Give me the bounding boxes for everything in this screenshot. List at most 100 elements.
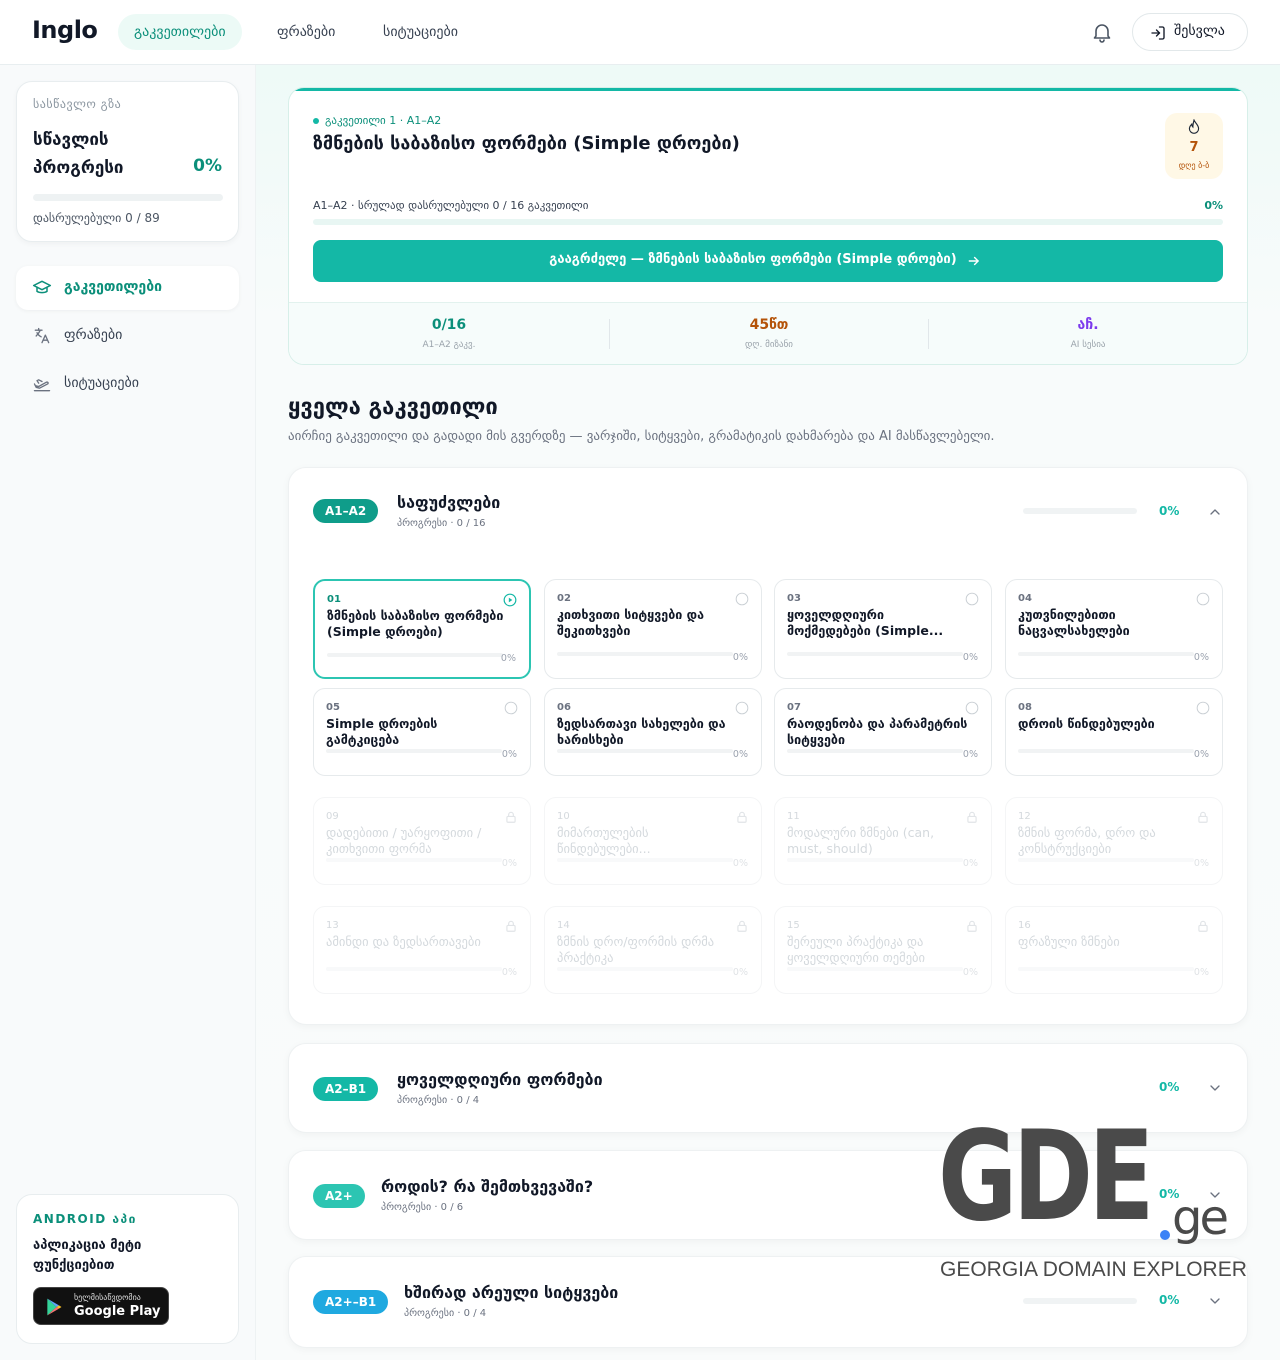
android-app-card: ANDROID აპი აპლიკაცია მეტი ფუნქციებით ხე… bbox=[16, 1194, 239, 1344]
lesson-card-16: 16 ფრაზული ზმნები 0% bbox=[1005, 906, 1223, 994]
hero-progress-bar bbox=[313, 219, 1223, 225]
nav-phrases[interactable]: ფრაზები bbox=[261, 14, 351, 50]
lesson-number: 06 bbox=[557, 702, 571, 713]
section-subtitle: აირჩიე გაკვეთილი და გადადი მის გვერდზე —… bbox=[288, 429, 995, 444]
lesson-percent: 0% bbox=[962, 652, 978, 663]
lesson-progress-bar bbox=[557, 967, 733, 971]
lesson-percent: 0% bbox=[732, 967, 748, 978]
lesson-percent: 0% bbox=[732, 749, 748, 760]
lesson-card-08[interactable]: 08 დროის წინდებულები 0% bbox=[1005, 688, 1223, 776]
stat-lessons: 0/16 A1–A2 გაკვ. bbox=[289, 303, 609, 364]
lock-icon bbox=[1198, 811, 1208, 823]
sidebar-item-phrases[interactable]: ფრაზები bbox=[16, 314, 239, 358]
logo[interactable]: Inglo bbox=[32, 16, 98, 44]
lock-icon bbox=[967, 811, 977, 823]
dot-icon bbox=[313, 118, 319, 124]
login-button[interactable]: შესვლა bbox=[1132, 13, 1248, 51]
level-badge: A2+–B1 bbox=[313, 1290, 389, 1314]
lesson-card-07[interactable]: 07 რაოდენობა და პარამეტრის სიტყვები 0% bbox=[774, 688, 992, 776]
lesson-title: რაოდენობა და პარამეტრის სიტყვები bbox=[787, 716, 968, 747]
empty-circle-icon bbox=[735, 701, 749, 715]
lesson-progress-bar bbox=[1018, 967, 1194, 971]
lesson-title: Simple დროების გამტკიცება bbox=[326, 716, 438, 747]
plane-icon bbox=[33, 379, 51, 392]
lesson-card-01[interactable]: 01 ზმნების საბაზისო ფორმები (Simple დროებ… bbox=[313, 579, 531, 679]
lesson-percent: 0% bbox=[1193, 967, 1209, 978]
current-lesson-card: გაკვეთილი 1 · A1–A2 ზმნების საბაზისო ფორ… bbox=[288, 87, 1248, 365]
lesson-progress-bar bbox=[787, 967, 963, 971]
lesson-percent: 0% bbox=[501, 749, 517, 760]
streak-badge: 7 დღე ბ-ბ bbox=[1165, 113, 1223, 179]
lesson-percent: 0% bbox=[501, 967, 517, 978]
lesson-progress-bar bbox=[326, 749, 502, 753]
watermark-logo: GDE ge GEORGIA DOMAIN EXPLORER bbox=[938, 1105, 1247, 1287]
level-group-a1-a2: A1–A2 საფუძვლები პროგრესი · 0 / 16 0% 01… bbox=[288, 467, 1248, 1025]
stat-label: A1–A2 გაკვ. bbox=[422, 340, 476, 350]
chevron-down-icon[interactable] bbox=[1207, 1293, 1223, 1309]
chevron-up-icon[interactable] bbox=[1207, 504, 1223, 520]
lesson-title: კუთვნილებითი ნაცვალსახელები bbox=[1018, 607, 1130, 638]
lesson-progress-bar bbox=[1018, 749, 1194, 753]
lesson-number: 02 bbox=[557, 593, 571, 604]
lesson-card-02[interactable]: 02 კითხვითი სიტყვები და შეკითხვები 0% bbox=[544, 579, 762, 679]
group-progress: პროგრესი · 0 / 16 bbox=[397, 518, 486, 529]
progress-kicker: სასწავლო გზა bbox=[33, 97, 122, 111]
lesson-card-06[interactable]: 06 ზედსართავი სახელები და ხარისხები 0% bbox=[544, 688, 762, 776]
lesson-title: მიმართულების წინდებულები... bbox=[557, 825, 651, 856]
level-badge: A1–A2 bbox=[313, 499, 379, 523]
watermark-caption: GEORGIA DOMAIN EXPLORER bbox=[940, 1258, 1247, 1281]
section-title: ყველა გაკვეთილი bbox=[288, 395, 498, 420]
sidebar-item-label: სიტუაციები bbox=[64, 375, 139, 391]
google-play-icon bbox=[47, 1298, 62, 1316]
lesson-title: ყოველდღიური მოქმედებები (Simple... bbox=[787, 607, 944, 638]
progress-card: სასწავლო გზა სწავლის პროგრესი 0% დასრულე… bbox=[16, 81, 239, 242]
group-title: ხშირად არეული სიტყვები bbox=[404, 1283, 619, 1302]
lesson-progress-bar bbox=[326, 967, 502, 971]
progress-bar bbox=[33, 194, 223, 201]
nav-lessons[interactable]: გაკვეთილები bbox=[118, 14, 242, 50]
group-progress: პროგრესი · 0 / 6 bbox=[381, 1202, 464, 1213]
lesson-title: ფრაზული ზმნები bbox=[1018, 934, 1120, 949]
lesson-percent: 0% bbox=[962, 858, 978, 869]
login-icon bbox=[1151, 26, 1165, 40]
lesson-percent: 0% bbox=[732, 652, 748, 663]
empty-circle-icon bbox=[1196, 592, 1210, 606]
lesson-number: 14 bbox=[557, 920, 570, 931]
arrow-right-icon bbox=[968, 256, 979, 266]
login-label: შესვლა bbox=[1174, 23, 1225, 39]
hero-level-percent: 0% bbox=[1204, 199, 1223, 212]
lesson-number: 08 bbox=[1018, 702, 1032, 713]
lesson-percent: 0% bbox=[1193, 749, 1209, 760]
lesson-card-05[interactable]: 05 Simple დროების გამტკიცება 0% bbox=[313, 688, 531, 776]
lesson-progress-bar bbox=[326, 858, 502, 862]
top-bar: Inglo გაკვეთილები ფრაზები სიტუაციები შეს… bbox=[0, 0, 1280, 65]
lesson-number: 09 bbox=[326, 811, 339, 822]
empty-circle-icon bbox=[504, 701, 518, 715]
lock-icon bbox=[967, 920, 977, 932]
continue-button[interactable]: გააგრძელე — ზმნების საბაზისო ფორმები (Si… bbox=[313, 240, 1223, 282]
lock-icon bbox=[1198, 920, 1208, 932]
hero-title: ზმნების საბაზისო ფორმები (Simple დროები) bbox=[313, 133, 740, 154]
lesson-card-03[interactable]: 03 ყოველდღიური მოქმედებები (Simple... 0% bbox=[774, 579, 992, 679]
chevron-down-icon[interactable] bbox=[1207, 1080, 1223, 1096]
google-play-button[interactable]: ხელმისაწვდომია Google Play bbox=[33, 1287, 169, 1325]
sidebar-item-situations[interactable]: სიტუაციები bbox=[16, 362, 239, 406]
watermark-dot bbox=[1160, 1230, 1170, 1240]
lesson-card-04[interactable]: 04 კუთვნილებითი ნაცვალსახელები 0% bbox=[1005, 579, 1223, 679]
lesson-number: 11 bbox=[787, 811, 800, 822]
lock-icon bbox=[506, 920, 516, 932]
bell-icon[interactable] bbox=[1090, 20, 1114, 44]
nav-situations[interactable]: სიტუაციები bbox=[367, 14, 474, 50]
google-play-big: Google Play bbox=[74, 1304, 161, 1319]
group-percent: 0% bbox=[1159, 1080, 1180, 1094]
google-play-small: ხელმისაწვდომია bbox=[74, 1293, 141, 1302]
sidebar-item-lessons[interactable]: გაკვეთილები bbox=[16, 266, 239, 310]
lesson-progress-bar bbox=[327, 653, 503, 657]
lesson-number: 10 bbox=[557, 811, 570, 822]
lesson-percent: 0% bbox=[962, 967, 978, 978]
watermark-letters: GDE bbox=[938, 1105, 1154, 1249]
lesson-percent: 0% bbox=[500, 653, 516, 664]
lock-icon bbox=[737, 811, 747, 823]
lesson-progress-bar bbox=[557, 652, 733, 656]
continue-label: გააგრძელე — ზმნების საბაზისო ფორმები (Si… bbox=[549, 252, 957, 267]
